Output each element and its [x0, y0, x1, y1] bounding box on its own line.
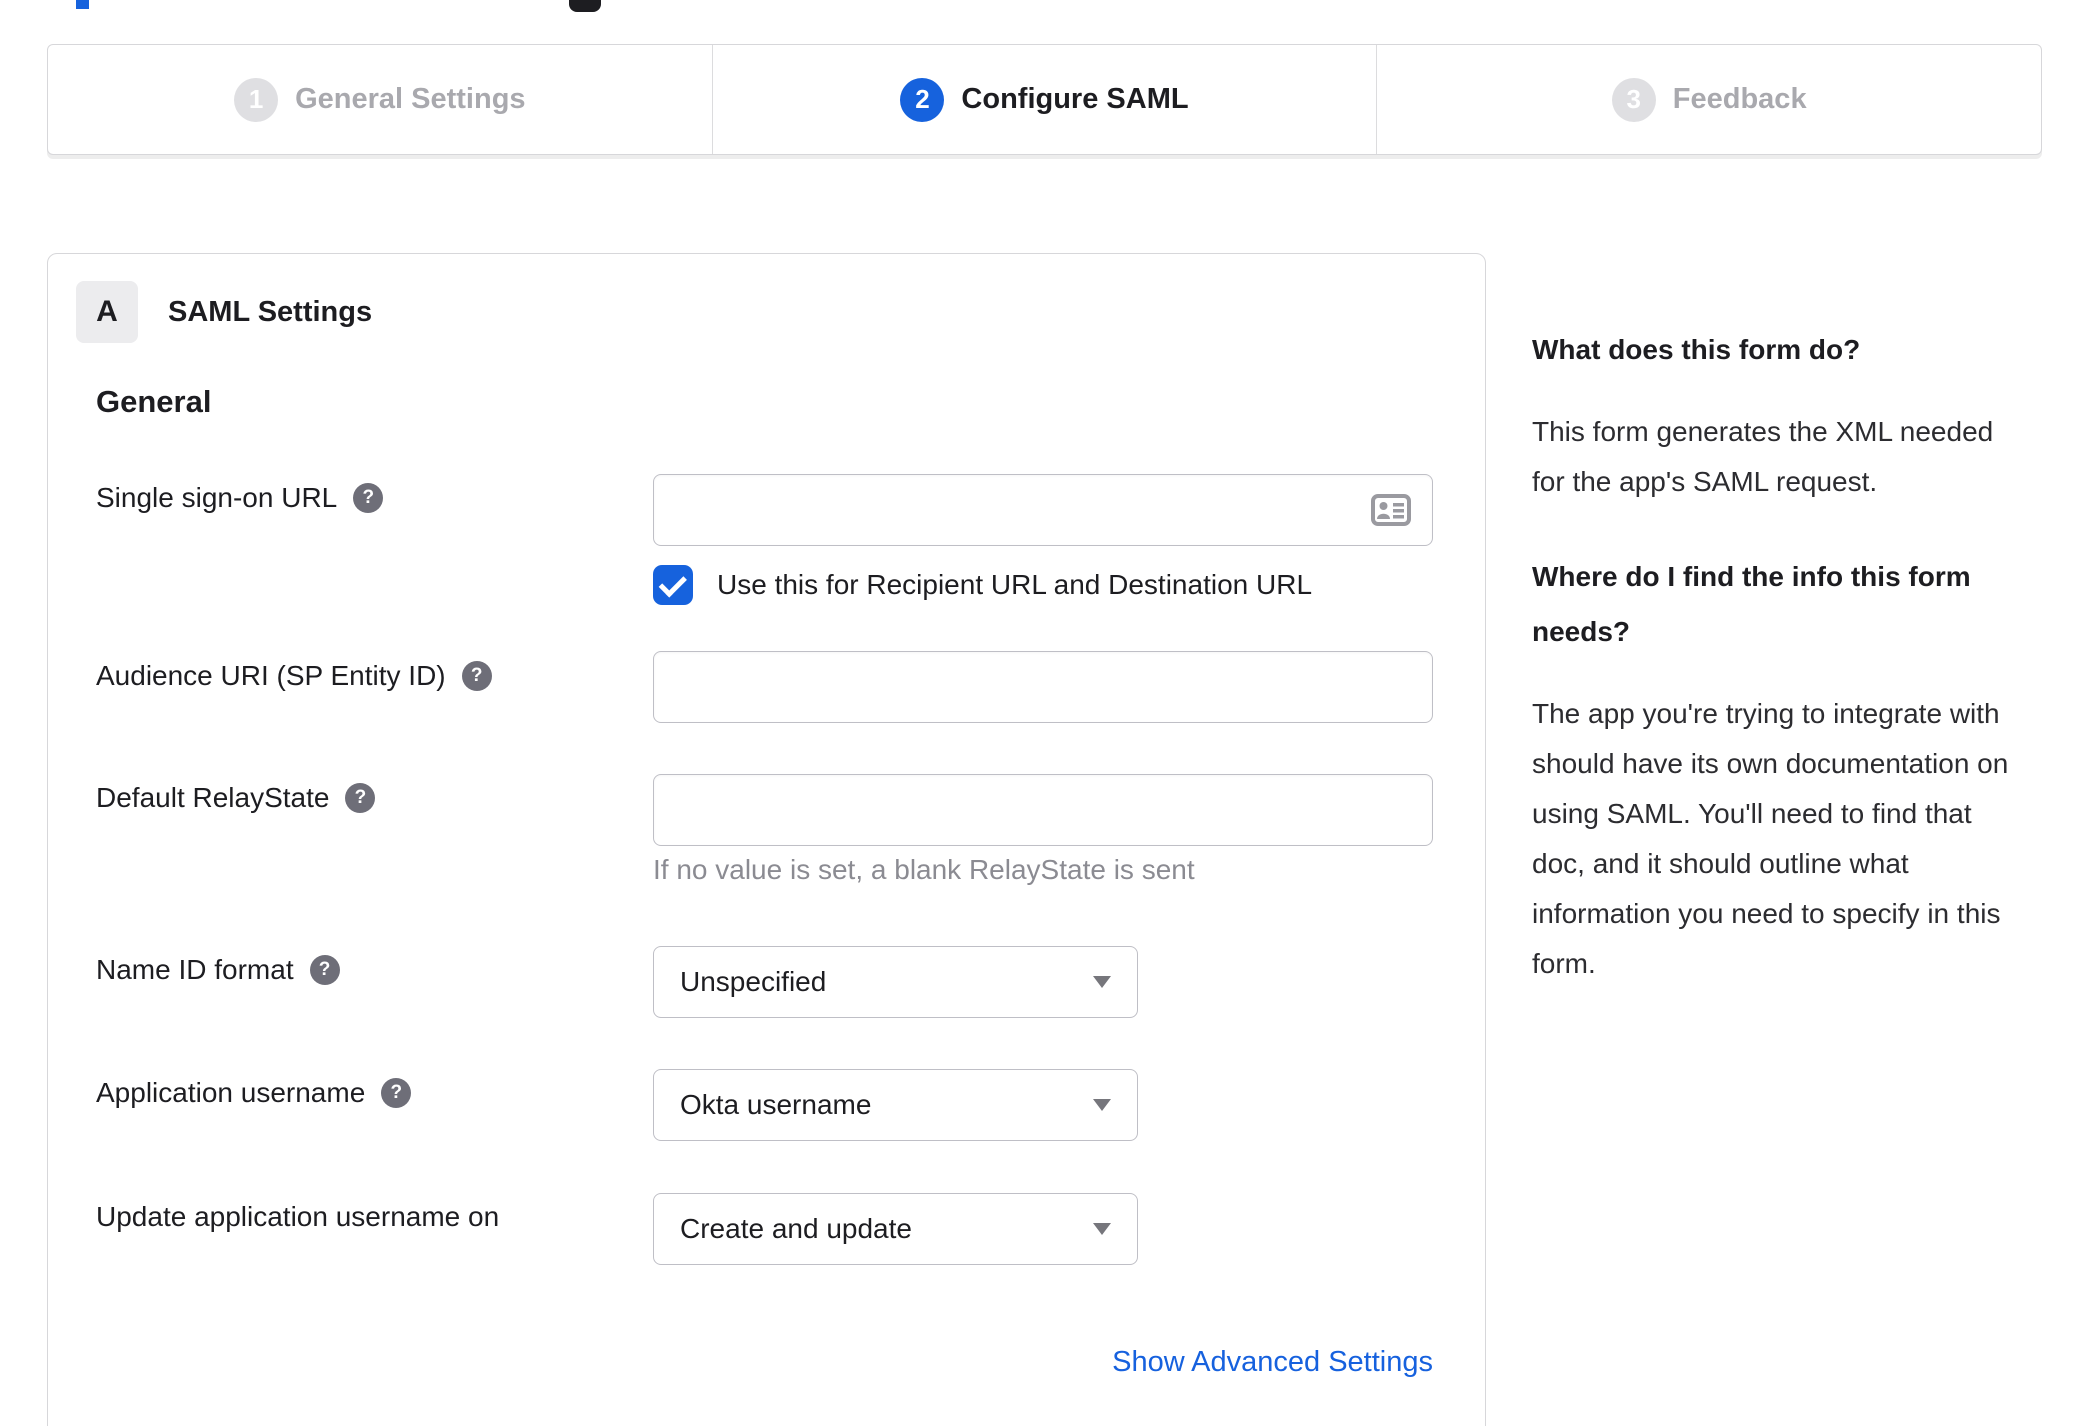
general-section-heading: General	[96, 384, 212, 419]
name-id-format-select[interactable]: Unspecified	[653, 946, 1138, 1018]
page-title-remnant-mark	[76, 0, 89, 9]
relaystate-label: Default RelayState ?	[96, 782, 376, 814]
panel-title: SAML Settings	[168, 295, 373, 328]
audience-uri-input-wrap	[653, 651, 1433, 723]
application-username-label-text: Application username	[96, 1077, 366, 1108]
sidebar-answer-2: The app you're trying to integrate with …	[1532, 698, 2009, 979]
show-advanced-settings-link[interactable]: Show Advanced Settings	[1112, 1346, 1433, 1379]
audience-uri-input[interactable]	[653, 651, 1433, 723]
step-number-badge: 3	[1611, 77, 1656, 122]
sidebar-question-1: What does this form do?	[1532, 334, 1861, 365]
chevron-down-icon	[1093, 1099, 1111, 1111]
sso-url-input[interactable]	[653, 474, 1433, 546]
chevron-down-icon	[1093, 1223, 1111, 1235]
wizard-stepper: 1 General Settings 2 Configure SAML 3 Fe…	[47, 44, 2042, 155]
update-username-select[interactable]: Create and update	[653, 1193, 1138, 1265]
saml-settings-panel: A SAML Settings General Single sign-on U…	[47, 253, 1486, 1426]
update-username-label: Update application username on	[96, 1201, 499, 1233]
help-sidebar: What does this form do? This form genera…	[1532, 322, 2014, 1031]
help-icon[interactable]: ?	[461, 661, 492, 691]
chevron-down-icon	[1093, 976, 1111, 988]
checkbox-label: Use this for Recipient URL and Destinati…	[717, 569, 1313, 600]
sidebar-question-2: Where do I find the info this form needs…	[1532, 561, 1971, 647]
relaystate-hint: If no value is set, a blank RelayState i…	[653, 854, 1195, 885]
sidebar-answer-1: This form generates the XML needed for t…	[1532, 416, 1994, 497]
step-general-settings[interactable]: 1 General Settings	[48, 45, 712, 154]
application-username-value: Okta username	[680, 1089, 872, 1120]
audience-uri-label-text: Audience URI (SP Entity ID)	[96, 660, 446, 691]
app-logo-remnant	[569, 0, 601, 12]
name-id-format-label: Name ID format ?	[96, 954, 340, 986]
saml-setup-wizard-screen: 1 General Settings 2 Configure SAML 3 Fe…	[0, 0, 2092, 1426]
update-username-value: Create and update	[680, 1213, 912, 1244]
relaystate-input[interactable]	[653, 774, 1433, 846]
step-label: Feedback	[1672, 83, 1807, 115]
name-id-format-label-text: Name ID format	[96, 954, 294, 985]
section-a-badge: A	[76, 281, 138, 343]
audience-uri-label: Audience URI (SP Entity ID) ?	[96, 660, 492, 692]
update-username-label-text: Update application username on	[96, 1201, 500, 1232]
help-icon[interactable]: ?	[309, 955, 340, 985]
sso-url-label-text: Single sign-on URL	[96, 482, 338, 513]
help-icon[interactable]: ?	[353, 483, 384, 513]
sso-url-label: Single sign-on URL ?	[96, 482, 384, 514]
sso-url-input-wrap	[653, 474, 1433, 546]
use-recipient-url-checkbox-row[interactable]: Use this for Recipient URL and Destinati…	[653, 565, 1312, 605]
step-number-badge: 2	[900, 77, 945, 122]
panel-header: A SAML Settings	[76, 281, 372, 343]
step-number-badge: 1	[234, 77, 279, 122]
relaystate-input-wrap	[653, 774, 1433, 846]
help-icon[interactable]: ?	[381, 1078, 412, 1108]
relaystate-label-text: Default RelayState	[96, 782, 330, 813]
help-icon[interactable]: ?	[345, 783, 376, 813]
step-feedback[interactable]: 3 Feedback	[1376, 45, 2041, 154]
application-username-select[interactable]: Okta username	[653, 1069, 1138, 1141]
step-label: General Settings	[295, 83, 526, 115]
application-username-label: Application username ?	[96, 1077, 412, 1109]
name-id-format-value: Unspecified	[680, 966, 827, 997]
step-configure-saml[interactable]: 2 Configure SAML	[711, 45, 1377, 154]
checkbox-checked-icon[interactable]	[653, 565, 693, 605]
step-label: Configure SAML	[961, 83, 1189, 115]
contact-card-icon	[1371, 494, 1411, 526]
